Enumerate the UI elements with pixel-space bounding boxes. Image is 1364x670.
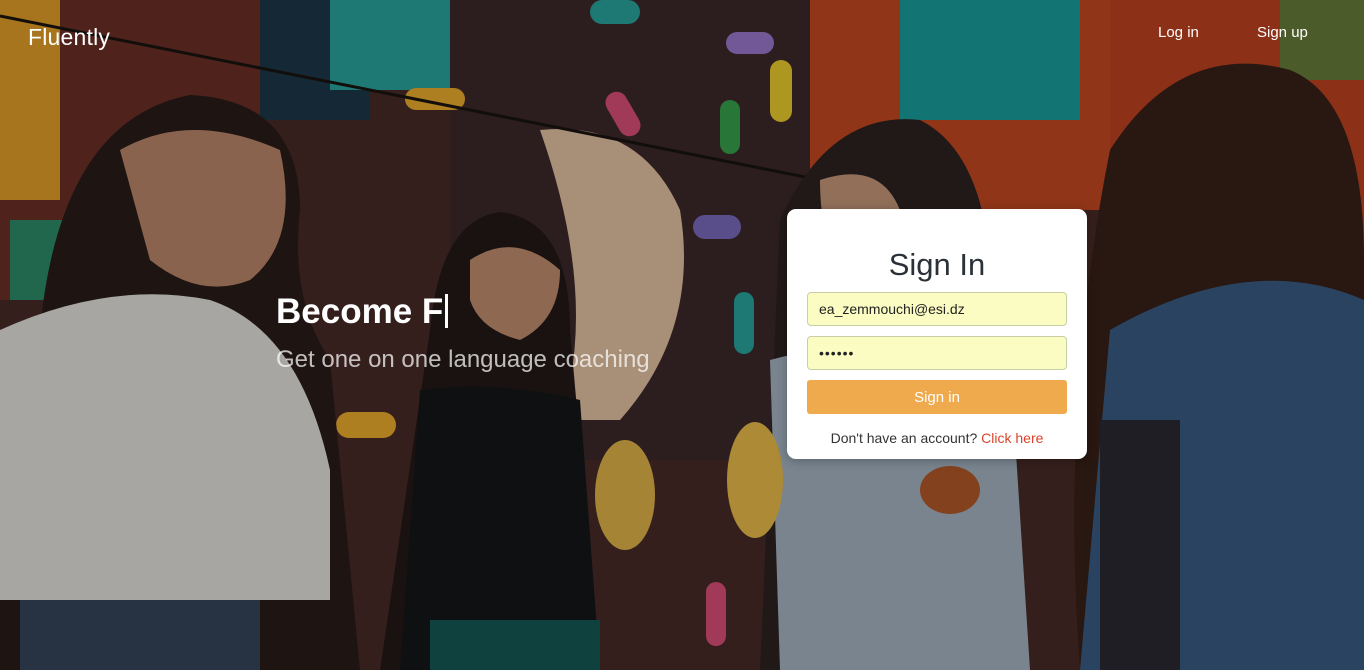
- hero-dim-overlay: [0, 0, 1364, 670]
- signin-title: Sign In: [888, 247, 986, 282]
- signin-button[interactable]: Sign in: [807, 380, 1067, 414]
- email-input[interactable]: [807, 292, 1067, 326]
- login-link[interactable]: Log in: [1158, 24, 1199, 41]
- hero-tagline: Get one on one language coaching: [276, 346, 650, 373]
- signup-link[interactable]: Sign up: [1257, 24, 1308, 41]
- signup-prompt-text: Don't have an account?: [830, 430, 978, 446]
- landing-page: Fluently Log in Sign up Become F Get one…: [0, 0, 1364, 670]
- hero-headline-text: Become F: [276, 292, 444, 331]
- password-input[interactable]: [807, 336, 1067, 370]
- top-navbar: Fluently Log in Sign up: [0, 0, 1364, 70]
- signup-prompt: Don't have an account? Click here: [787, 430, 1087, 446]
- hero-headline: Become F: [276, 292, 449, 332]
- signup-click-here-link[interactable]: Click here: [981, 430, 1043, 446]
- text-cursor-icon: [445, 294, 449, 328]
- brand-logo-link[interactable]: Fluently: [28, 24, 110, 51]
- signin-card: Sign In Sign in Don't have an account? C…: [787, 209, 1087, 459]
